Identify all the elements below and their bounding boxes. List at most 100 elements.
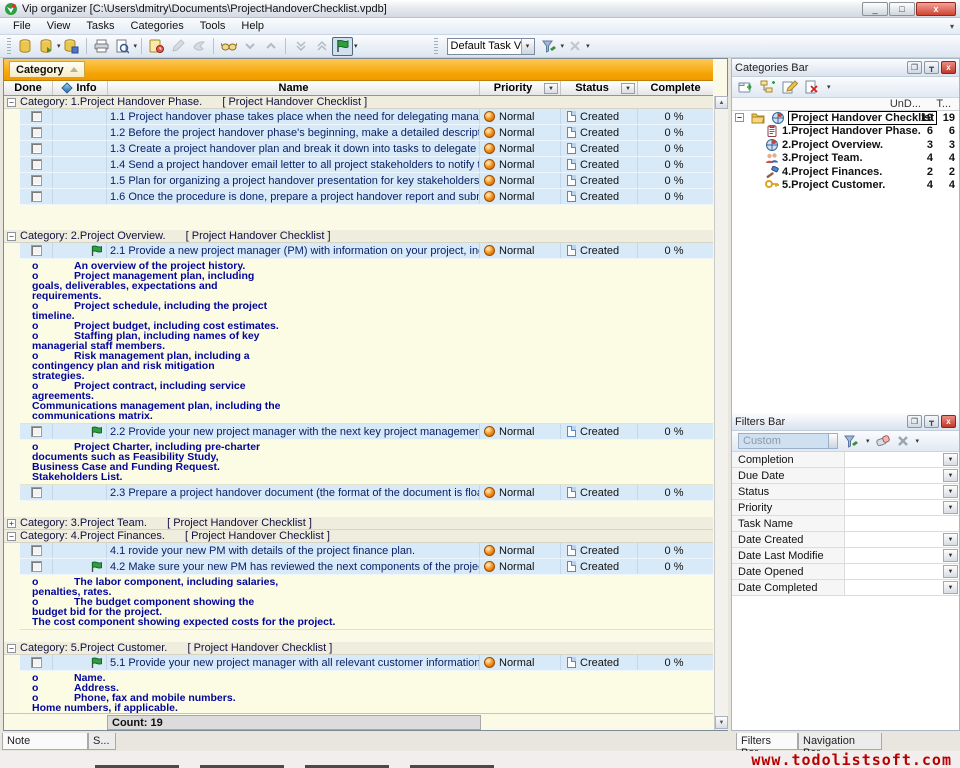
task-row[interactable]: 1.6 Once the procedure is done, prepare …: [20, 189, 713, 205]
filter-preset-combobox[interactable]: Custom: [738, 433, 838, 449]
print-dropdown-icon[interactable]: ▾: [134, 42, 138, 50]
task-view-dropdown-icon[interactable]: ▾: [521, 39, 534, 54]
collapse-icon[interactable]: −: [7, 532, 16, 541]
panel-restore-icon[interactable]: ❐: [907, 415, 922, 428]
tab-navigation-bar[interactable]: Navigation Bar: [798, 733, 882, 750]
filter-value-field[interactable]: [845, 452, 959, 467]
view-glasses-button[interactable]: [218, 37, 239, 56]
scroll-down-icon[interactable]: ▼: [715, 716, 728, 729]
category-row[interactable]: −Category: 1.Project Handover Phase. [ P…: [4, 96, 713, 109]
done-checkbox[interactable]: [31, 143, 42, 154]
priority-filter-icon[interactable]: ▼: [544, 83, 558, 94]
grid-vertical-scrollbar[interactable]: ▲ ▼: [714, 96, 728, 730]
collapse-icon[interactable]: −: [7, 232, 16, 241]
add-category-button[interactable]: [738, 80, 754, 94]
column-header-done[interactable]: Done: [4, 81, 53, 95]
delete-category-button[interactable]: [804, 80, 820, 94]
menu-view[interactable]: View: [40, 19, 78, 33]
collapse-icon[interactable]: −: [7, 644, 16, 653]
move-down-button[interactable]: [239, 37, 260, 56]
column-header-status[interactable]: Status ▼: [561, 81, 638, 95]
tab-filters-bar[interactable]: Filters Bar: [736, 733, 798, 750]
filter-dropdown-icon[interactable]: ▼: [943, 533, 958, 546]
column-header-info[interactable]: Info: [53, 81, 108, 95]
category-tree-item[interactable]: −Project Handover Checklist1919: [732, 111, 959, 125]
filter-dropdown-icon[interactable]: ▼: [943, 485, 958, 498]
menubar-overflow-icon[interactable]: ▾: [950, 22, 954, 31]
categories-toolbar-overflow-icon[interactable]: ▾: [827, 83, 831, 91]
category-row[interactable]: +Category: 3.Project Team. [ Project Han…: [4, 517, 713, 530]
filter-dropdown-icon[interactable]: ▼: [943, 549, 958, 562]
filter-value-field[interactable]: [845, 532, 959, 547]
filter-preset-spin-icon[interactable]: [828, 434, 837, 448]
done-checkbox[interactable]: [31, 487, 42, 498]
task-row[interactable]: 1.2 Before the project handover phase's …: [20, 125, 713, 141]
expand-icon[interactable]: +: [7, 519, 16, 528]
category-tree-item[interactable]: 3.Project Team.44: [732, 152, 959, 166]
category-tree-item[interactable]: 1.Project Handover Phase.66: [732, 125, 959, 139]
print-button[interactable]: [91, 37, 112, 56]
category-tree-item[interactable]: 2.Project Overview.33: [732, 138, 959, 152]
filter-value-field[interactable]: [845, 500, 959, 515]
task-row[interactable]: 5.1 Provide your new project manager wit…: [20, 655, 713, 671]
menu-tools[interactable]: Tools: [193, 19, 233, 33]
tab-note[interactable]: Note: [2, 733, 88, 750]
remove-filter-button[interactable]: [897, 435, 909, 447]
minimize-button[interactable]: _: [862, 2, 888, 16]
done-checkbox[interactable]: [31, 159, 42, 170]
column-header-complete[interactable]: Complete: [638, 81, 713, 95]
done-checkbox[interactable]: [31, 127, 42, 138]
task-row[interactable]: 4.1 rovide your new PM with details of t…: [20, 543, 713, 559]
filter-dropdown-icon[interactable]: ▼: [943, 581, 958, 594]
filter-dropdown-icon[interactable]: ▼: [943, 469, 958, 482]
open-database-button[interactable]: [35, 37, 56, 56]
column-header-priority[interactable]: Priority ▼: [480, 81, 561, 95]
menu-file[interactable]: File: [6, 19, 38, 33]
tab-s[interactable]: S...: [88, 733, 116, 750]
filter-value-field[interactable]: [845, 516, 959, 531]
move-up-button[interactable]: [260, 37, 281, 56]
filter-value-field[interactable]: [845, 468, 959, 483]
apply-filter-dropdown-icon[interactable]: ▾: [866, 437, 870, 445]
new-database-button[interactable]: [14, 37, 35, 56]
flag-view-dropdown-icon[interactable]: ▾: [354, 42, 358, 50]
column-header-name[interactable]: Name: [108, 81, 480, 95]
category-row[interactable]: −Category: 4.Project Finances. [ Project…: [4, 530, 713, 543]
maximize-button[interactable]: □: [889, 2, 915, 16]
task-row[interactable]: 1.4 Send a project handover email letter…: [20, 157, 713, 173]
group-by-category-button[interactable]: Category: [9, 61, 85, 78]
task-row[interactable]: 2.1 Provide a new project manager (PM) w…: [20, 243, 713, 259]
flag-view-button[interactable]: [332, 37, 353, 56]
panel-pin-icon[interactable]: ┳: [924, 61, 939, 74]
done-checkbox[interactable]: [31, 245, 42, 256]
collapse-icon[interactable]: −: [735, 113, 744, 122]
category-tree-item[interactable]: 5.Project Customer.44: [732, 179, 959, 193]
save-database-button[interactable]: [61, 37, 82, 56]
task-row[interactable]: 2.3 Prepare a project handover document …: [20, 485, 713, 501]
panel-restore-icon[interactable]: ❐: [907, 61, 922, 74]
filter-value-field[interactable]: [845, 484, 959, 499]
filter-dropdown-icon[interactable]: ▼: [943, 565, 958, 578]
done-checkbox[interactable]: [31, 175, 42, 186]
filters-toolbar-overflow-icon[interactable]: ▾: [916, 437, 920, 445]
filter-dropdown-icon[interactable]: ▼: [943, 453, 958, 466]
add-subcategory-button[interactable]: [760, 80, 776, 94]
apply-view-button[interactable]: [539, 37, 560, 56]
task-view-combobox[interactable]: Default Task V ▾: [447, 38, 535, 55]
panel-close-icon[interactable]: x: [941, 415, 956, 428]
filter-value-field[interactable]: [845, 564, 959, 579]
new-task-button[interactable]: [146, 37, 167, 56]
scroll-up-icon[interactable]: ▲: [715, 96, 728, 109]
view-overflow-icon[interactable]: ▾: [586, 42, 590, 50]
task-row[interactable]: 1.1 Project handover phase takes place w…: [20, 109, 713, 125]
category-tree-item[interactable]: 4.Project Finances.22: [732, 165, 959, 179]
category-row[interactable]: −Category: 5.Project Customer. [ Project…: [4, 642, 713, 655]
panel-close-icon[interactable]: x: [941, 61, 956, 74]
done-checkbox[interactable]: [31, 561, 42, 572]
menu-help[interactable]: Help: [234, 19, 271, 33]
clear-filter-button[interactable]: [876, 435, 891, 447]
collapse-icon[interactable]: −: [7, 98, 16, 107]
done-checkbox[interactable]: [31, 426, 42, 437]
panel-pin-icon[interactable]: ┳: [924, 415, 939, 428]
clear-view-button[interactable]: [564, 37, 585, 56]
